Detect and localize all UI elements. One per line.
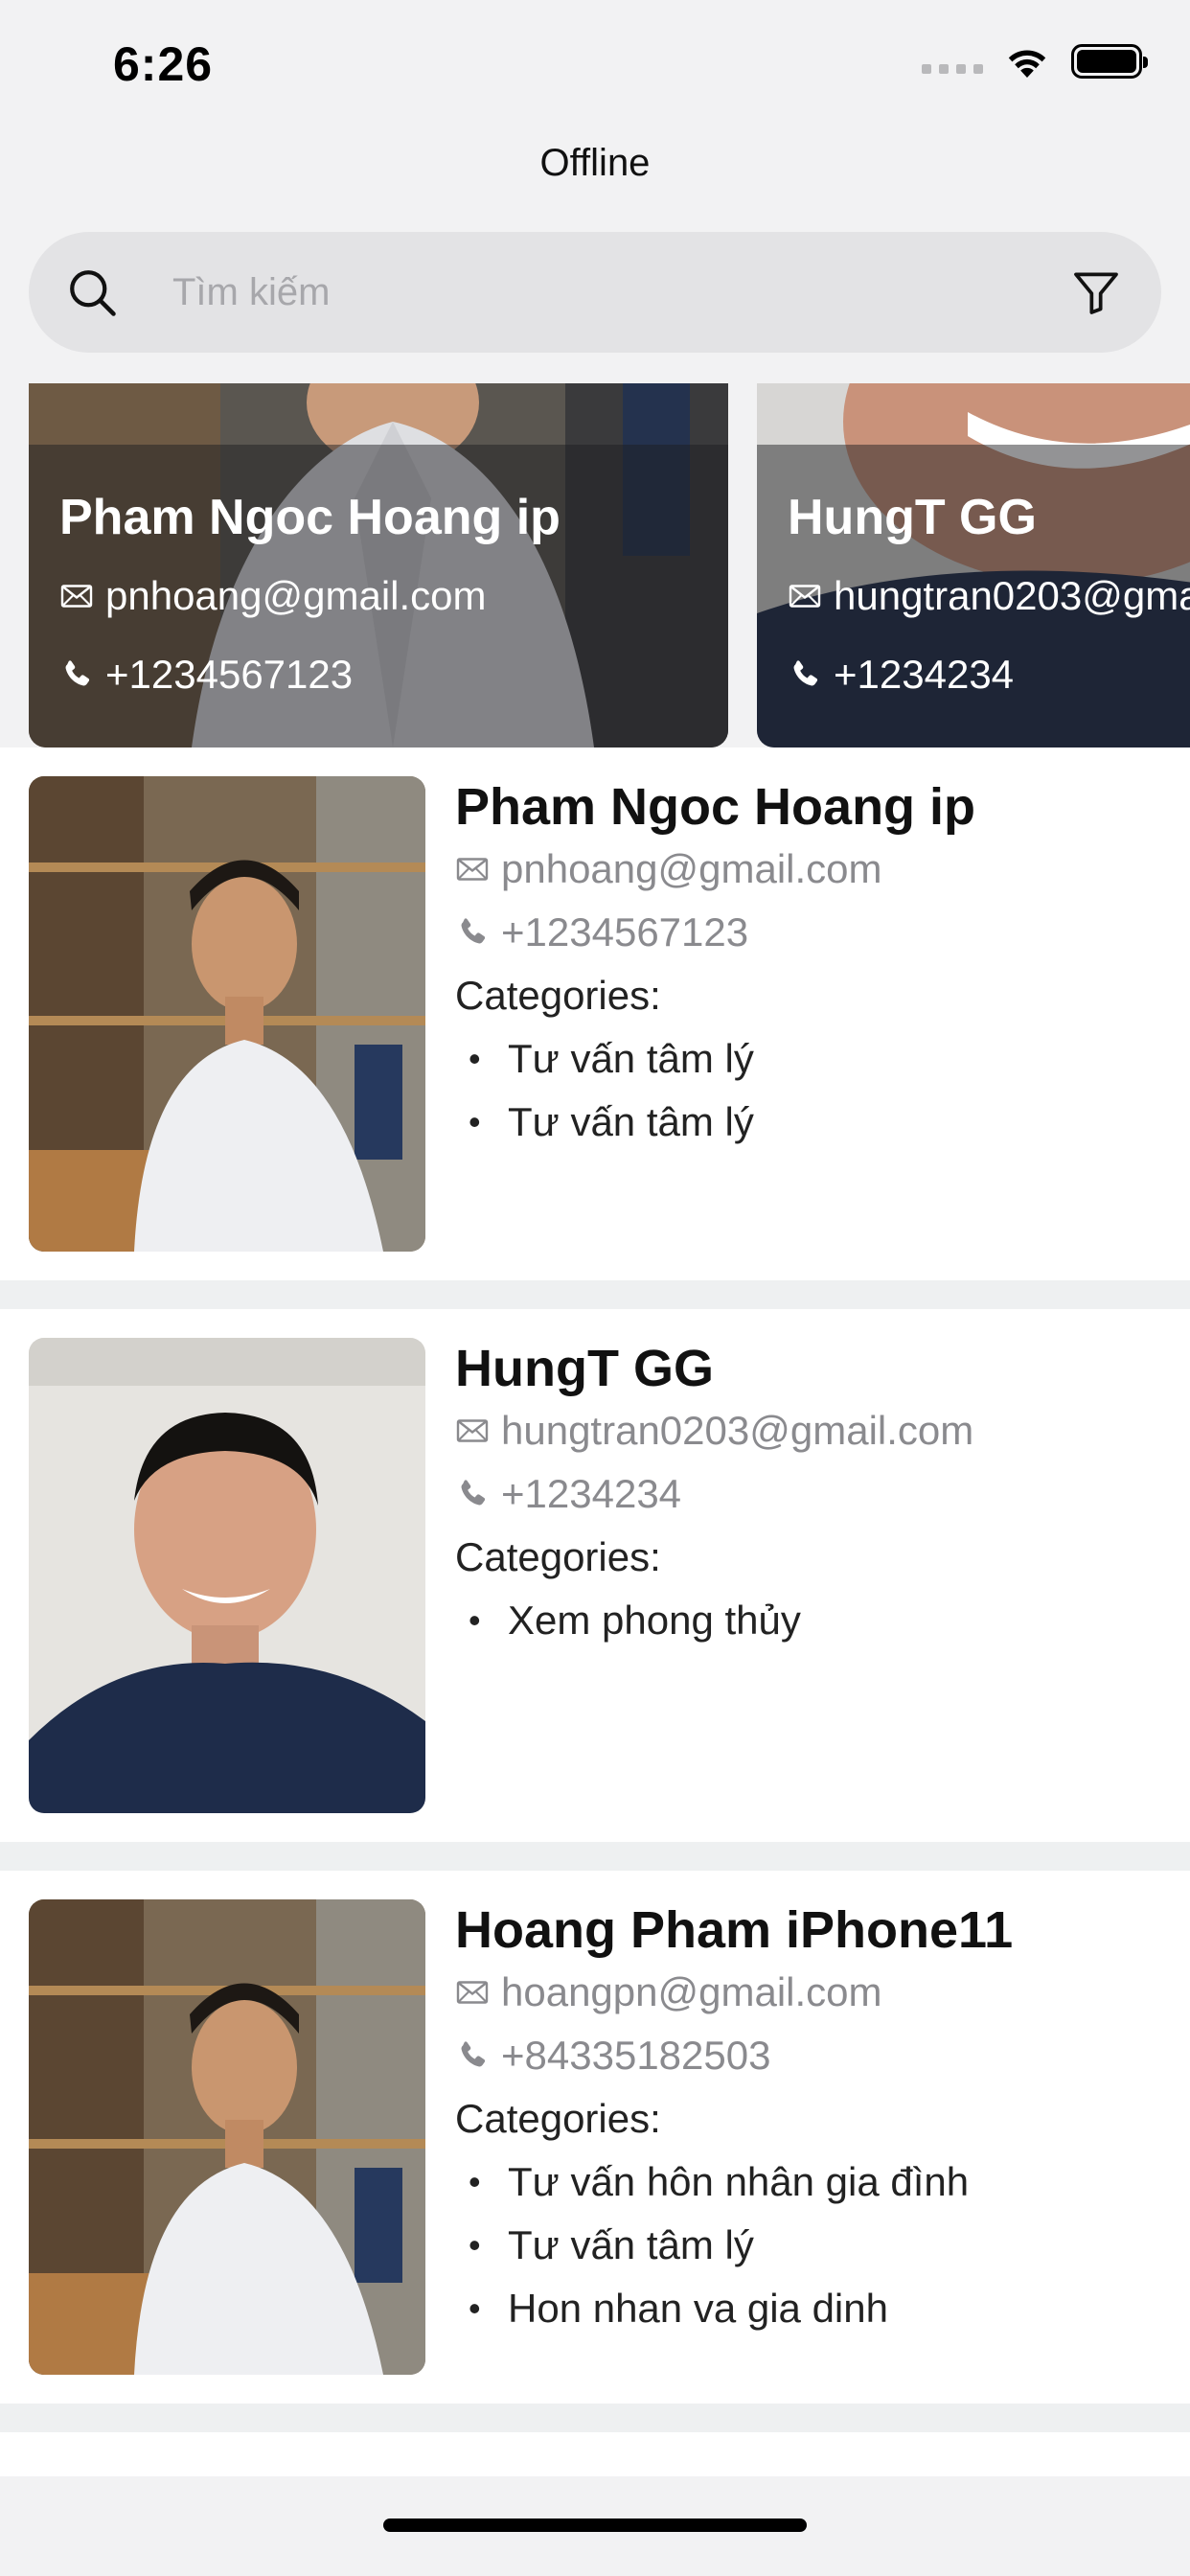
contact-photo bbox=[29, 1899, 425, 2375]
phone-icon bbox=[455, 2038, 490, 2073]
filter-icon[interactable] bbox=[1069, 265, 1123, 319]
mail-icon bbox=[455, 1975, 490, 2010]
battery-icon bbox=[1071, 44, 1148, 79]
contact-phone: +84335182503 bbox=[501, 2033, 771, 2078]
featured-phone: +1234234 bbox=[834, 652, 1015, 697]
contact-phone-row: +1234234 bbox=[455, 1462, 1171, 1526]
featured-email-row: pnhoang@gmail.com bbox=[59, 573, 487, 619]
contact-phone-row: +1234567123 bbox=[455, 901, 1171, 964]
contact-email: hungtran0203@gmail.com bbox=[501, 1408, 974, 1453]
home-indicator[interactable] bbox=[383, 2518, 807, 2532]
cellular-signal-icon bbox=[922, 45, 983, 78]
contact-phone: +1234234 bbox=[501, 1471, 682, 1516]
contact-card[interactable]: HungT GG hungtran0203@gmail.com +1234234… bbox=[0, 1309, 1190, 1842]
featured-phone: +1234567123 bbox=[105, 652, 354, 697]
featured-card[interactable]: HungT GG hungtran0203@gmail.com +1234234 bbox=[757, 383, 1190, 748]
category-item: • Tư vấn tâm lý bbox=[469, 2222, 754, 2267]
featured-name: HungT GG bbox=[788, 490, 1037, 545]
contact-card[interactable]: Pham Ngoc Hoang ip pnhoang@gmail.com +12… bbox=[0, 748, 1190, 1280]
contact-info: HungT GG hungtran0203@gmail.com +1234234… bbox=[455, 1338, 1171, 1652]
phone-icon bbox=[59, 657, 94, 692]
featured-card[interactable]: Pham Ngoc Hoang ip pnhoang@gmail.com +12… bbox=[29, 383, 728, 748]
contact-phone-row: +84335182503 bbox=[455, 2024, 1171, 2087]
contact-email-row: hungtran0203@gmail.com bbox=[455, 1399, 1171, 1462]
phone-icon bbox=[455, 1477, 490, 1511]
contact-email-row: hoangpn@gmail.com bbox=[455, 1961, 1171, 2024]
contact-info: Hoang Pham iPhone11 hoangpn@gmail.com +8… bbox=[455, 1899, 1171, 2340]
phone-icon bbox=[455, 915, 490, 950]
category-item: • Tư vấn tâm lý bbox=[469, 1036, 754, 1081]
contact-phone: +1234567123 bbox=[501, 909, 749, 954]
home-indicator-area bbox=[0, 2476, 1190, 2576]
status-indicators bbox=[922, 44, 1148, 79]
wifi-icon bbox=[1008, 50, 1046, 78]
contact-list: Pham Ngoc Hoang ip pnhoang@gmail.com +12… bbox=[0, 748, 1190, 2490]
status-bar: 6:26 bbox=[0, 0, 1190, 125]
categories-label: Categories: bbox=[455, 2096, 661, 2141]
contact-name: HungT GG bbox=[455, 1340, 714, 1397]
divider bbox=[0, 2404, 1190, 2432]
featured-email: hungtran0203@gmail.com bbox=[834, 573, 1190, 618]
contact-name: Pham Ngoc Hoang ip bbox=[455, 778, 976, 836]
mail-icon bbox=[455, 852, 490, 886]
category-item: • Tư vấn tâm lý bbox=[469, 1099, 754, 1144]
mail-icon bbox=[788, 579, 822, 613]
categories-label: Categories: bbox=[455, 973, 661, 1018]
featured-phone-row: +1234567123 bbox=[59, 652, 353, 698]
contact-info: Pham Ngoc Hoang ip pnhoang@gmail.com +12… bbox=[455, 776, 1171, 1154]
contact-name: Hoang Pham iPhone11 bbox=[455, 1901, 1014, 1959]
divider bbox=[0, 1842, 1190, 1871]
contact-email-row: pnhoang@gmail.com bbox=[455, 838, 1171, 901]
contact-email: pnhoang@gmail.com bbox=[501, 846, 882, 891]
search-input[interactable] bbox=[172, 232, 1035, 353]
featured-phone-row: +1234234 bbox=[788, 652, 1014, 698]
mail-icon bbox=[59, 579, 94, 613]
search-icon bbox=[70, 270, 116, 316]
categories-label: Categories: bbox=[455, 1534, 661, 1579]
contact-email: hoangpn@gmail.com bbox=[501, 1969, 882, 2014]
contact-photo bbox=[29, 1338, 425, 1813]
mail-icon bbox=[455, 1414, 490, 1448]
featured-name: Pham Ngoc Hoang ip bbox=[59, 490, 561, 545]
featured-email: pnhoang@gmail.com bbox=[105, 573, 487, 618]
category-item: • Tư vấn hôn nhân gia đình bbox=[469, 2159, 970, 2204]
contact-card[interactable]: Hoang Pham iPhone11 hoangpn@gmail.com +8… bbox=[0, 1871, 1190, 2404]
category-item: • Hon nhan va gia dinh bbox=[469, 2286, 888, 2331]
featured-carousel[interactable]: Pham Ngoc Hoang ip pnhoang@gmail.com +12… bbox=[0, 383, 1190, 748]
page-title: Offline bbox=[539, 142, 651, 184]
status-time: 6:26 bbox=[113, 37, 214, 91]
app-screen: 6:26 Offline Tìm kiếm Pham Ngoc Hoang ip… bbox=[0, 0, 1190, 2576]
search-bar[interactable] bbox=[29, 232, 1161, 353]
featured-email-row: hungtran0203@gmail.com bbox=[788, 573, 1190, 619]
phone-icon bbox=[788, 657, 822, 692]
contact-photo bbox=[29, 776, 425, 1252]
category-item: • Xem phong thủy bbox=[469, 1598, 801, 1643]
divider bbox=[0, 1280, 1190, 1309]
